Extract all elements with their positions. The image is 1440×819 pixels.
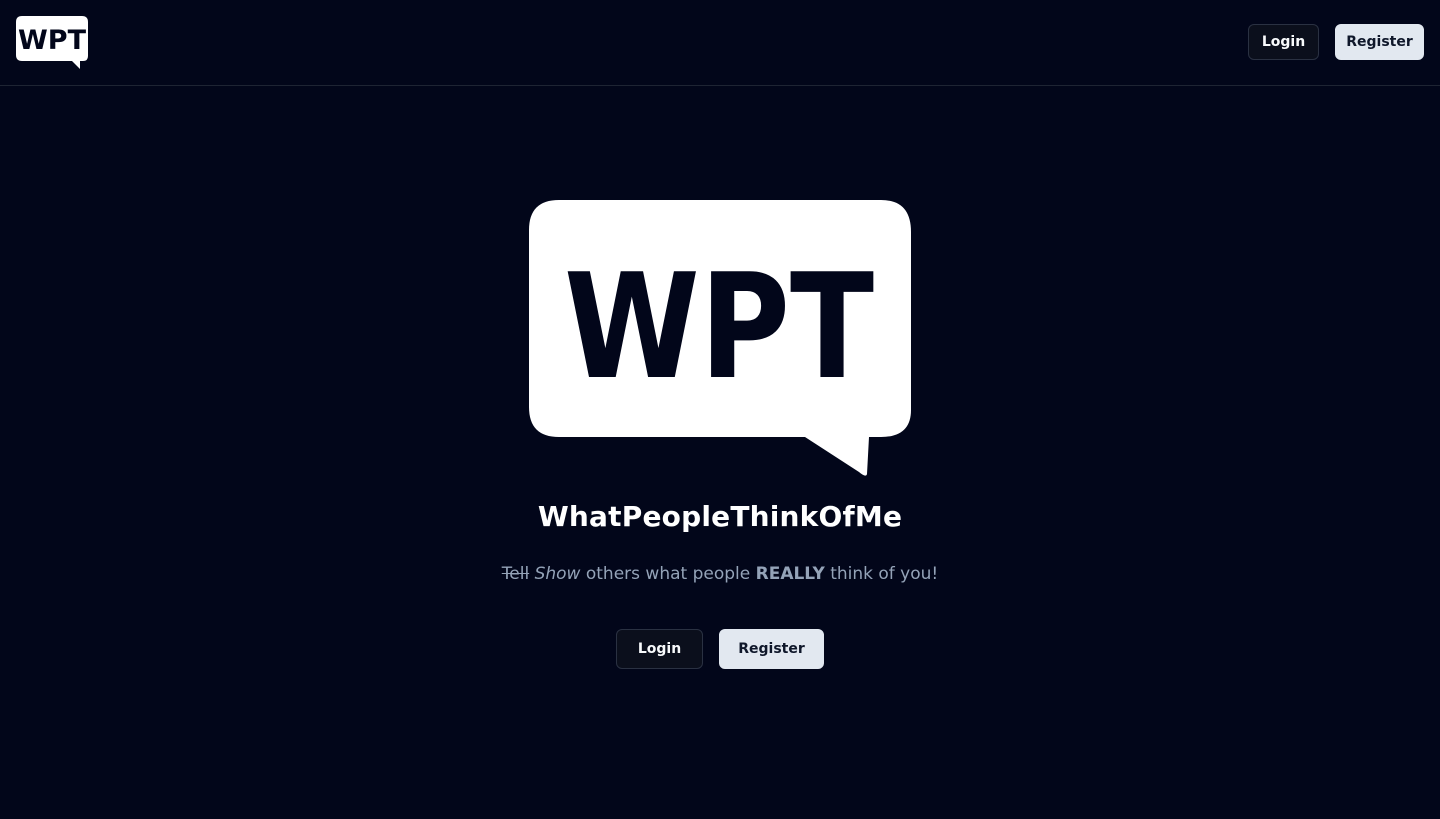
hero-logo-text: WPT	[564, 243, 874, 412]
header-logo-text: WPT	[18, 25, 87, 56]
hero-logo: WPT	[529, 200, 911, 476]
hero-actions: Login Register	[0, 629, 1440, 669]
tagline-emphasis: REALLY	[755, 564, 825, 584]
tagline: Tell Show others what people REALLY thin…	[0, 564, 1440, 584]
hero-register-button[interactable]: Register	[719, 629, 824, 669]
site-name-heading: WhatPeopleThinkOfMe	[537, 500, 903, 533]
header-login-button[interactable]: Login	[1248, 24, 1319, 60]
tagline-middle: others what people	[585, 564, 751, 584]
header-nav: Login Register	[1248, 24, 1424, 60]
site-header: WPT Login Register	[0, 0, 1440, 86]
header-register-button[interactable]: Register	[1335, 24, 1424, 60]
tagline-struck-word: Tell	[501, 564, 530, 584]
home-logo-link[interactable]: WPT	[16, 16, 88, 69]
hero-section: WPT WhatPeopleThinkOfMe Tell Show others…	[0, 86, 1440, 819]
speech-bubble-logo-icon: WPT	[16, 16, 88, 69]
speech-bubble-logo-icon: WPT	[529, 200, 911, 476]
tagline-italic-word: Show	[534, 564, 581, 584]
tagline-end: think of you!	[830, 564, 939, 584]
hero-login-button[interactable]: Login	[616, 629, 703, 669]
